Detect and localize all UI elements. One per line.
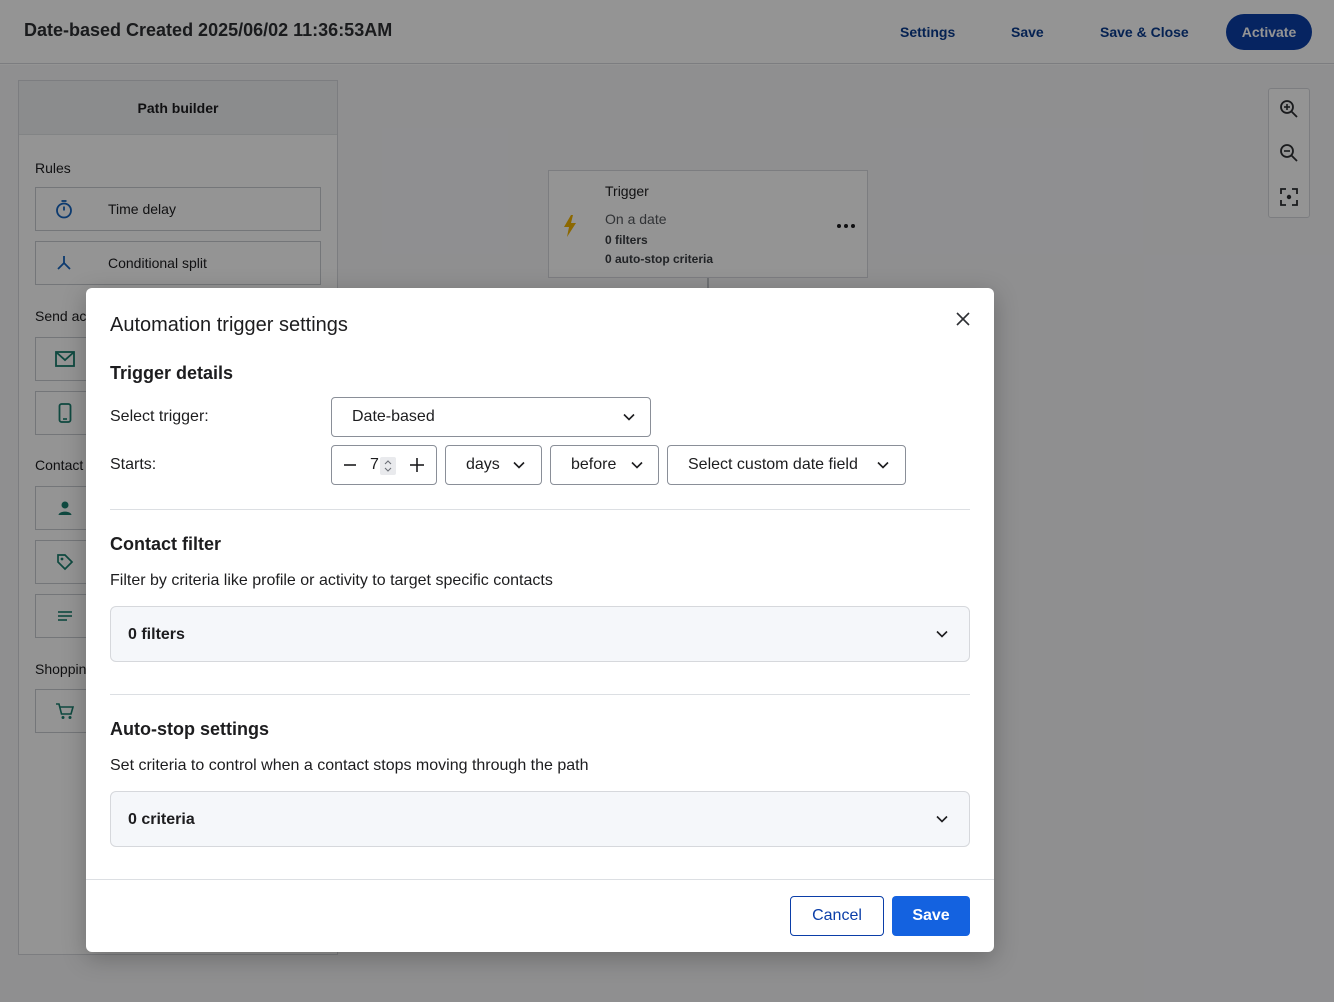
custom-date-field-dropdown[interactable]: Select custom date field [667, 445, 906, 485]
custom-date-field-value: Select custom date field [688, 456, 858, 473]
dialog-title: Automation trigger settings [110, 314, 348, 336]
automation-trigger-settings-dialog: Automation trigger settings Trigger deta… [86, 288, 994, 952]
select-trigger-value: Date-based [352, 408, 435, 425]
auto-stop-description: Set criteria to control when a contact s… [110, 757, 589, 774]
contact-filter-description: Filter by criteria like profile or activ… [110, 572, 553, 589]
trigger-details-heading: Trigger details [110, 363, 234, 383]
section-divider [110, 509, 970, 510]
select-trigger-label: Select trigger: [110, 408, 209, 425]
starts-label: Starts: [110, 456, 157, 473]
select-trigger-dropdown[interactable]: Date-based [331, 397, 651, 437]
chevron-down-icon [876, 458, 890, 477]
cancel-button[interactable]: Cancel [790, 896, 884, 936]
contact-filter-heading: Contact filter [110, 534, 222, 554]
minus-icon[interactable] [342, 457, 358, 478]
auto-stop-heading: Auto-stop settings [110, 719, 269, 739]
chevron-down-icon [622, 410, 636, 429]
starts-quantity-value[interactable]: 7 [370, 456, 379, 474]
dialog-footer-divider [86, 879, 994, 880]
plus-icon[interactable] [408, 456, 426, 479]
chevron-down-icon [512, 458, 526, 477]
contact-filter-accordion[interactable]: 0 filters [110, 606, 970, 662]
auto-stop-accordion[interactable]: 0 criteria [110, 791, 970, 847]
starts-quantity-stepper[interactable]: 7 [331, 445, 437, 485]
contact-filter-summary: 0 filters [128, 626, 185, 643]
section-divider [110, 694, 970, 695]
spin-arrows-icon[interactable] [380, 457, 396, 475]
save-button[interactable]: Save [892, 896, 970, 936]
time-unit-value: days [466, 456, 500, 473]
time-unit-dropdown[interactable]: days [445, 445, 542, 485]
chevron-down-icon [630, 458, 644, 477]
direction-value: before [571, 456, 617, 473]
close-icon[interactable] [952, 308, 974, 330]
direction-dropdown[interactable]: before [550, 445, 659, 485]
chevron-down-icon [935, 627, 949, 646]
chevron-down-icon [935, 812, 949, 831]
auto-stop-summary: 0 criteria [128, 811, 195, 828]
